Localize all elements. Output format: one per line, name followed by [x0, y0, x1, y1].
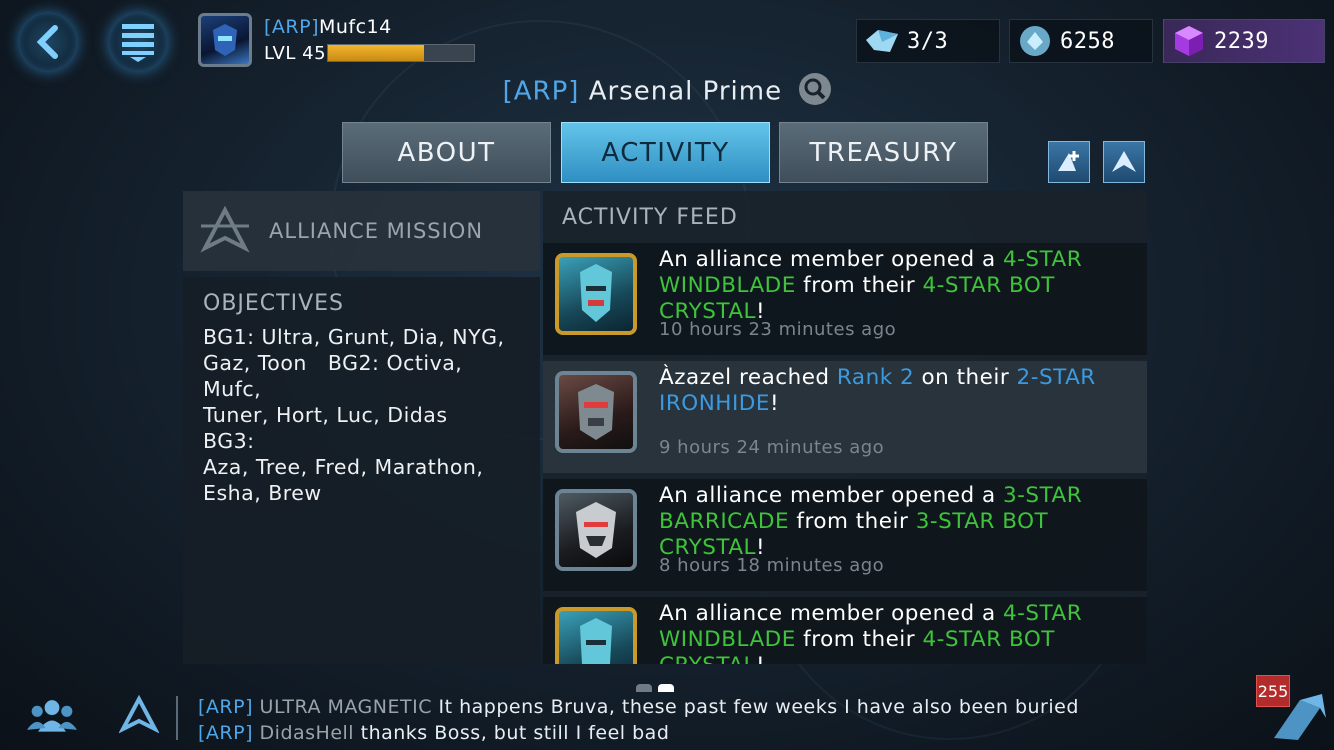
shard-coin-icon: [1020, 26, 1050, 56]
chevron-left-icon: [36, 25, 58, 59]
feed-item[interactable]: Àzazel reached Rank 2 on their 2-STAR IR…: [543, 361, 1147, 473]
alliance-tag: [ARP]: [502, 76, 580, 107]
feed-message: An alliance member opened a 4-STAR WINDB…: [659, 601, 1083, 664]
feed-message: Àzazel reached Rank 2 on their 2-STAR IR…: [659, 365, 1096, 416]
chat-line: [ARP] DidasHell thanks Boss, but still I…: [198, 722, 670, 744]
player-name: [ARP]Mufc14: [264, 16, 392, 38]
windblade-icon: [580, 618, 612, 664]
objectives-text: BG1: Ultra, Grunt, Dia, NYG, Gaz, Toon B…: [203, 325, 505, 505]
energy-counter[interactable]: 3/3: [856, 19, 1000, 63]
page-dot-active: [658, 684, 674, 692]
search-icon[interactable]: [799, 73, 832, 105]
barricade-portrait: [555, 489, 637, 571]
chat-line: [ARP] ULTRA MAGNETIC It happens Bruva, t…: [198, 696, 1079, 718]
gems-value: 2239: [1214, 28, 1269, 54]
shards-value: 6258: [1060, 28, 1115, 54]
menu-icon: [122, 24, 154, 62]
chat-divider: [176, 696, 178, 740]
alliance-home-button[interactable]: [114, 692, 164, 738]
invite-member-button[interactable]: [1048, 141, 1090, 183]
gem-cube-icon: [1175, 26, 1203, 56]
player-avatar[interactable]: [198, 13, 252, 67]
xp-bar-fill: [328, 45, 425, 61]
autobot-emblem-icon: [1112, 151, 1136, 172]
xp-bar: [327, 44, 475, 62]
gems-counter[interactable]: 2239: [1163, 19, 1325, 63]
objectives-header: OBJECTIVES: [203, 291, 345, 316]
tab-activity[interactable]: ACTIVITY: [561, 122, 770, 183]
tab-about[interactable]: ABOUT: [342, 122, 551, 183]
feed-item[interactable]: An alliance member opened a 4-STAR WINDB…: [543, 597, 1147, 664]
barricade-icon: [576, 502, 616, 558]
page-indicator: [636, 684, 674, 692]
ironhide-portrait: [555, 371, 637, 453]
feed-message: An alliance member opened a 4-STAR WINDB…: [659, 247, 1083, 324]
alliance-title: [ARP] Arsenal Prime: [0, 73, 1334, 108]
people-icon: [27, 700, 77, 732]
alliance-mission-label: ALLIANCE MISSION: [269, 219, 484, 243]
feed-timestamp: 9 hours 24 minutes ago: [659, 437, 885, 458]
player-info[interactable]: [ARP]Mufc14 LVL 45: [198, 13, 488, 69]
windblade-icon: [580, 264, 612, 322]
player-level: LVL 45: [264, 43, 327, 64]
chat-unread-badge: 255: [1256, 675, 1290, 707]
activity-feed[interactable]: ACTIVITY FEED An alliance member opened …: [543, 191, 1147, 664]
objectives-panel: OBJECTIVES BG1: Ultra, Grunt, Dia, NYG, …: [183, 277, 540, 664]
alliance-mission-button[interactable]: ALLIANCE MISSION: [183, 191, 540, 271]
menu-button[interactable]: [108, 12, 168, 72]
feed-item[interactable]: An alliance member opened a 4-STAR WINDB…: [543, 243, 1147, 355]
feed-timestamp: 8 hours 18 minutes ago: [659, 555, 885, 576]
shards-counter[interactable]: 6258: [1009, 19, 1153, 63]
alliance-name: Arsenal Prime: [588, 76, 783, 107]
alliance-emblem-button[interactable]: [1103, 141, 1145, 183]
windblade-portrait: [555, 607, 637, 664]
activity-feed-header: ACTIVITY FEED: [562, 205, 738, 230]
alliance-emblem-icon: [119, 695, 159, 734]
mission-emblem-icon: [200, 206, 250, 253]
back-button[interactable]: [18, 12, 78, 72]
optimus-avatar-icon: [213, 24, 237, 56]
invite-icon: [1058, 151, 1079, 171]
feed-item[interactable]: An alliance member opened a 3-STAR BARRI…: [543, 479, 1147, 591]
feed-timestamp: 10 hours 23 minutes ago: [659, 319, 897, 340]
windblade-portrait: [555, 253, 637, 335]
energy-value: 3/3: [907, 28, 949, 54]
page-dot: [636, 684, 652, 692]
alliance-members-button[interactable]: [27, 692, 77, 738]
chat-preview[interactable]: [ARP] ULTRA MAGNETIC It happens Bruva, t…: [198, 694, 1079, 746]
ironhide-icon: [578, 384, 614, 440]
feed-message: An alliance member opened a 3-STAR BARRI…: [659, 483, 1083, 560]
energy-crystal-icon: [866, 30, 898, 52]
tab-treasury[interactable]: TREASURY: [779, 122, 988, 183]
